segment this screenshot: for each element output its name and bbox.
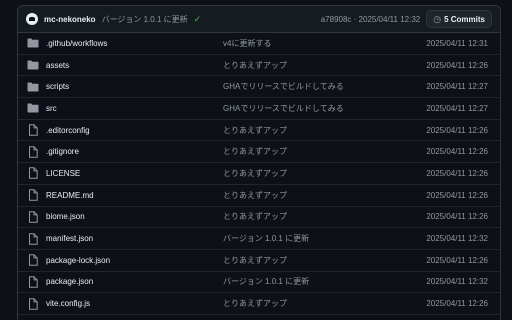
file-icon bbox=[27, 124, 39, 136]
file-date: 2025/04/11 12:27 bbox=[426, 103, 488, 113]
file-date: 2025/04/11 12:32 bbox=[426, 277, 488, 287]
file-row[interactable]: vite.config.js とりあえずアップ 2025/04/11 12:26 bbox=[18, 293, 500, 315]
check-icon[interactable]: ✓ bbox=[194, 14, 202, 25]
file-icon bbox=[27, 276, 39, 288]
commits-label: 5 Commits bbox=[444, 14, 485, 24]
file-date: 2025/04/11 12:26 bbox=[426, 125, 488, 135]
avatar-image bbox=[29, 17, 35, 21]
file-commit-message[interactable]: バージョン 1.0.1 に更新 bbox=[223, 233, 408, 244]
file-date: 2025/04/11 12:27 bbox=[426, 82, 488, 92]
file-row[interactable]: .github/workflows v4に更新する 2025/04/11 12:… bbox=[18, 33, 500, 55]
file-name[interactable]: .github/workflows bbox=[46, 39, 223, 48]
file-row[interactable]: .editorconfig とりあえずアップ 2025/04/11 12:26 bbox=[18, 120, 500, 142]
file-date: 2025/04/11 12:26 bbox=[426, 299, 488, 309]
file-commit-message[interactable]: バージョン 1.0.1 に更新 bbox=[223, 276, 408, 287]
file-name[interactable]: vite.config.js bbox=[46, 299, 223, 308]
file-row[interactable]: README.md とりあえずアップ 2025/04/11 12:26 bbox=[18, 185, 500, 207]
commit-sha-date[interactable]: a78908c · 2025/04/11 12:32 bbox=[321, 15, 421, 24]
file-name[interactable]: manifest.json bbox=[46, 234, 223, 243]
file-commit-message[interactable]: とりあえずアップ bbox=[223, 125, 408, 136]
file-name[interactable]: README.md bbox=[46, 191, 223, 200]
file-row[interactable]: src GHAでリリースでビルドしてみる 2025/04/11 12:27 bbox=[18, 98, 500, 120]
file-row[interactable]: package.json バージョン 1.0.1 に更新 2025/04/11 … bbox=[18, 272, 500, 294]
file-row[interactable]: biome.json とりあえずアップ 2025/04/11 12:26 bbox=[18, 207, 500, 229]
file-commit-message[interactable]: とりあえずアップ bbox=[223, 60, 408, 71]
folder-icon bbox=[27, 38, 39, 48]
file-name[interactable]: assets bbox=[46, 61, 223, 70]
file-commit-message[interactable]: GHAでリリースでビルドしてみる bbox=[223, 81, 408, 92]
file-name[interactable]: scripts bbox=[46, 82, 223, 91]
file-date: 2025/04/11 12:26 bbox=[426, 190, 488, 200]
file-date: 2025/04/11 12:31 bbox=[426, 38, 488, 48]
avatar[interactable] bbox=[26, 13, 38, 25]
file-row[interactable]: package-lock.json とりあえずアップ 2025/04/11 12… bbox=[18, 250, 500, 272]
latest-commit-bar: mc-nekoneko バージョン 1.0.1 に更新 ✓ a78908c · … bbox=[18, 6, 500, 33]
file-row[interactable]: assets とりあえずアップ 2025/04/11 12:26 bbox=[18, 55, 500, 77]
file-icon bbox=[27, 211, 39, 223]
file-row[interactable]: scripts GHAでリリースでビルドしてみる 2025/04/11 12:2… bbox=[18, 76, 500, 99]
file-name[interactable]: package-lock.json bbox=[46, 256, 223, 265]
file-name[interactable]: biome.json bbox=[46, 212, 223, 221]
file-date: 2025/04/11 12:26 bbox=[426, 212, 488, 222]
file-name[interactable]: .editorconfig bbox=[46, 126, 223, 135]
file-commit-message[interactable]: とりあえずアップ bbox=[223, 255, 408, 266]
file-icon bbox=[27, 254, 39, 267]
file-row[interactable]: manifest.json バージョン 1.0.1 に更新 2025/04/11… bbox=[18, 228, 500, 250]
file-commit-message[interactable]: とりあえずアップ bbox=[223, 298, 408, 309]
file-date: 2025/04/11 12:26 bbox=[426, 255, 488, 265]
file-commit-message[interactable]: とりあえずアップ bbox=[223, 168, 408, 179]
file-commit-message[interactable]: v4に更新する bbox=[223, 38, 408, 49]
file-date: 2025/04/11 12:26 bbox=[426, 147, 488, 157]
file-icon bbox=[27, 297, 39, 310]
file-icon bbox=[27, 145, 39, 158]
file-row[interactable]: LICENSE とりあえずアップ 2025/04/11 12:26 bbox=[18, 163, 500, 185]
history-icon: ◷ bbox=[433, 13, 442, 24]
file-icon bbox=[27, 167, 39, 180]
folder-icon bbox=[27, 82, 39, 92]
file-row[interactable]: .gitignore とりあえずアップ 2025/04/11 12:26 bbox=[18, 141, 500, 164]
file-commit-message[interactable]: とりあえずアップ bbox=[223, 146, 408, 157]
commit-message[interactable]: バージョン 1.0.1 に更新 bbox=[102, 14, 188, 25]
file-icon bbox=[27, 232, 39, 245]
file-name[interactable]: package.json bbox=[46, 277, 223, 286]
file-commit-message[interactable]: とりあえずアップ bbox=[223, 211, 408, 222]
file-name[interactable]: src bbox=[46, 104, 223, 113]
commit-author[interactable]: mc-nekoneko bbox=[44, 15, 96, 24]
commits-button[interactable]: ◷ 5 Commits bbox=[426, 10, 492, 28]
folder-icon bbox=[27, 103, 39, 113]
file-list: .github/workflows v4に更新する 2025/04/11 12:… bbox=[18, 33, 500, 315]
file-date: 2025/04/11 12:32 bbox=[426, 234, 488, 244]
folder-icon bbox=[27, 60, 39, 70]
file-commit-message[interactable]: GHAでリリースでビルドしてみる bbox=[223, 103, 408, 114]
file-browser: mc-nekoneko バージョン 1.0.1 に更新 ✓ a78908c · … bbox=[17, 5, 501, 320]
file-icon bbox=[27, 189, 39, 201]
file-commit-message[interactable]: とりあえずアップ bbox=[223, 190, 408, 201]
file-date: 2025/04/11 12:26 bbox=[426, 60, 488, 70]
file-name[interactable]: .gitignore bbox=[46, 147, 223, 156]
file-name[interactable]: LICENSE bbox=[46, 169, 223, 178]
file-date: 2025/04/11 12:26 bbox=[426, 168, 488, 178]
